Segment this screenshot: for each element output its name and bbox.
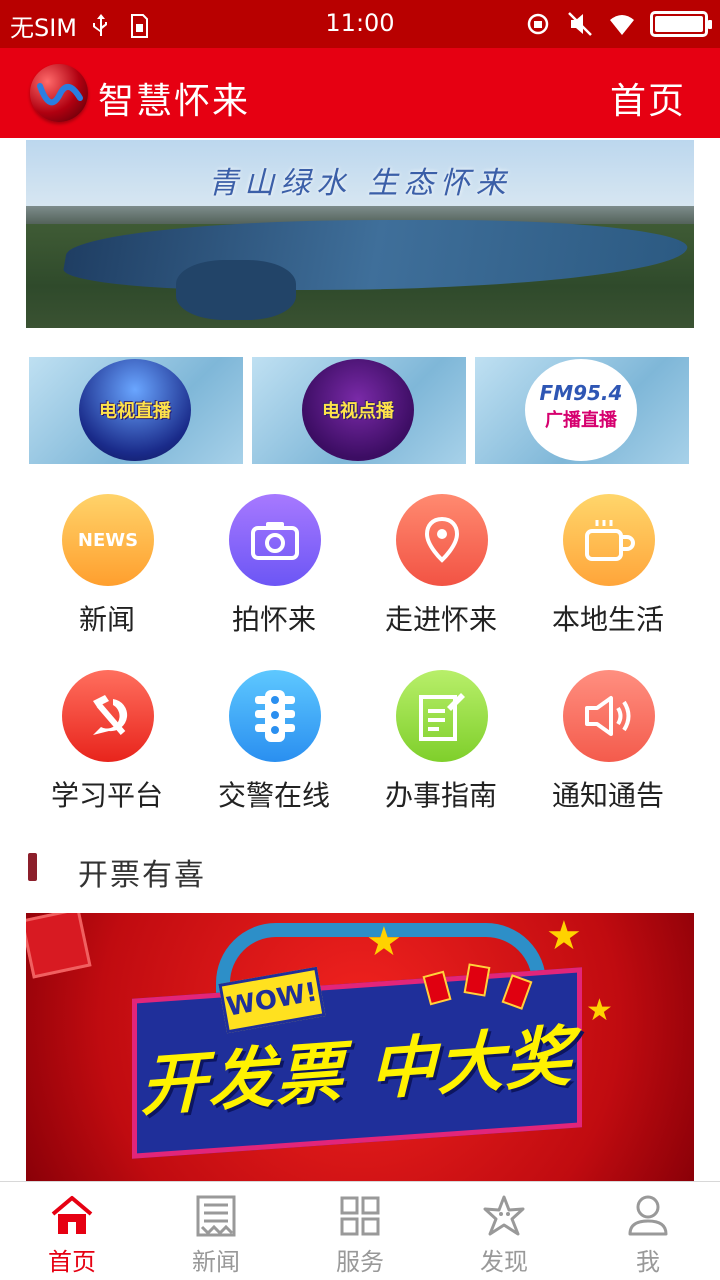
newspaper-icon bbox=[196, 1195, 236, 1237]
gift-box-graphic bbox=[26, 913, 92, 979]
grid-photo[interactable]: 拍怀来 bbox=[184, 494, 364, 664]
radio-brand: FM95.4 bbox=[539, 381, 623, 405]
grid-explore-label: 走进怀来 bbox=[384, 603, 497, 636]
tile-radio-live-label: 广播直播 bbox=[545, 410, 617, 431]
news-icon: NEWS bbox=[62, 494, 154, 586]
tab-me-label: 我 bbox=[636, 1248, 660, 1276]
status-bar: 无SIM 11:00 bbox=[0, 0, 720, 48]
section-title: 开票有喜 bbox=[78, 858, 206, 893]
tile-tv-vod-label: 电视点播 bbox=[322, 401, 394, 422]
promo-banner[interactable]: 开发票 中大奖 WOW! ★ ★ ★ bbox=[26, 913, 694, 1181]
section-marker bbox=[28, 853, 37, 881]
traffic-light-icon bbox=[229, 670, 321, 762]
document-edit-icon bbox=[396, 670, 488, 762]
grid-local-life-label: 本地生活 bbox=[551, 603, 664, 636]
tv-vod-disc-icon: 电视点播 bbox=[302, 359, 414, 461]
tab-discover-label: 发现 bbox=[480, 1248, 528, 1276]
star-icon: ★ bbox=[546, 913, 582, 959]
tile-tv-vod[interactable]: 电视点播 bbox=[252, 357, 466, 464]
grid-icon bbox=[340, 1196, 380, 1236]
user-icon bbox=[628, 1195, 668, 1236]
mute-icon bbox=[568, 12, 592, 36]
grid-news[interactable]: NEWS 新闻 bbox=[17, 494, 197, 664]
grid-guide-label: 办事指南 bbox=[384, 779, 497, 812]
wifi-icon bbox=[610, 15, 634, 35]
hero-banner[interactable]: 青山绿水 生态怀来 bbox=[26, 140, 694, 328]
grid-notice[interactable]: 通知通告 bbox=[518, 670, 698, 840]
battery-level bbox=[655, 16, 703, 32]
logo-wave-icon bbox=[37, 83, 83, 106]
grid-guide[interactable]: 办事指南 bbox=[351, 670, 531, 840]
grid-traffic-label: 交警在线 bbox=[217, 779, 330, 812]
coffee-cup-icon bbox=[563, 494, 655, 586]
tile-tv-live-label: 电视直播 bbox=[99, 401, 171, 422]
app-title: 智慧怀来 bbox=[98, 81, 251, 122]
grid-photo-label: 拍怀来 bbox=[231, 603, 316, 636]
tab-services-label: 服务 bbox=[336, 1248, 384, 1276]
tv-live-disc-icon: 电视直播 bbox=[79, 359, 191, 461]
camera-icon bbox=[229, 494, 321, 586]
rotation-lock-icon bbox=[527, 13, 549, 35]
star-icon: ★ bbox=[366, 919, 402, 965]
battery-icon bbox=[650, 11, 712, 37]
promo-headline: 开发票 中大奖 bbox=[140, 1017, 574, 1126]
tile-radio-live[interactable]: FM95.4 广播直播 bbox=[475, 357, 689, 464]
header-home-link[interactable]: 首页 bbox=[610, 72, 686, 124]
bottom-tab-bar: 首页 新闻 服务 发现 我 bbox=[0, 1181, 720, 1280]
tab-services[interactable]: 服务 bbox=[288, 1182, 432, 1280]
hammer-sickle-icon bbox=[62, 670, 154, 762]
speaker-icon bbox=[563, 670, 655, 762]
banner-motto: 青山绿水 生态怀来 bbox=[208, 166, 512, 201]
grid-local-life[interactable]: 本地生活 bbox=[518, 494, 698, 664]
tile-tv-live[interactable]: 电视直播 bbox=[29, 357, 243, 464]
tab-me[interactable]: 我 bbox=[576, 1182, 720, 1280]
grid-notice-label: 通知通告 bbox=[551, 779, 664, 812]
app-header: 智慧怀来 首页 bbox=[0, 48, 720, 138]
tab-news-label: 新闻 bbox=[192, 1248, 240, 1276]
starfish-icon bbox=[483, 1195, 525, 1236]
radio-live-disc-icon: FM95.4 广播直播 bbox=[525, 359, 637, 461]
grid-study[interactable]: 学习平台 bbox=[17, 670, 197, 840]
tab-home-label: 首页 bbox=[48, 1248, 96, 1276]
status-right bbox=[524, 10, 712, 38]
home-icon bbox=[51, 1196, 93, 1234]
grid-study-label: 学习平台 bbox=[50, 779, 163, 812]
live-tiles: 电视直播 电视点播 FM95.4 广播直播 bbox=[29, 357, 691, 464]
tab-news[interactable]: 新闻 bbox=[144, 1182, 288, 1280]
location-pin-icon bbox=[396, 494, 488, 586]
app-logo bbox=[30, 64, 88, 122]
grid-explore[interactable]: 走进怀来 bbox=[351, 494, 531, 664]
banner-water-bay bbox=[176, 260, 296, 320]
tab-home[interactable]: 首页 bbox=[0, 1182, 144, 1280]
news-icon-text: NEWS bbox=[77, 529, 139, 551]
star-icon: ★ bbox=[586, 993, 613, 1028]
grid-news-label: 新闻 bbox=[78, 603, 135, 636]
tab-discover[interactable]: 发现 bbox=[432, 1182, 576, 1280]
grid-traffic[interactable]: 交警在线 bbox=[184, 670, 364, 840]
